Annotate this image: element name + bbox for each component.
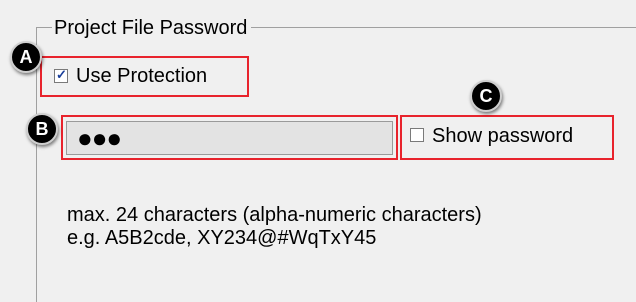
callout-marker-c: C [470, 80, 502, 112]
checkmark-icon: ✓ [56, 67, 67, 82]
help-text-line-1: max. 24 characters (alpha-numeric charac… [67, 204, 482, 226]
show-password-checkbox[interactable] [410, 128, 424, 142]
use-protection-checkbox[interactable]: ✓ [54, 67, 68, 83]
show-password-label[interactable]: Show password [432, 124, 573, 148]
password-panel: Project File Password ✓ Use Protection ●… [0, 0, 636, 302]
callout-marker-b: B [26, 113, 58, 145]
help-text-line-2: e.g. A5B2cde, XY234@#WqTxY45 [67, 227, 377, 249]
use-protection-label[interactable]: Use Protection [76, 64, 207, 88]
password-value: ●●● [77, 123, 122, 153]
callout-marker-a: A [10, 41, 42, 73]
password-input[interactable]: ●●● [66, 121, 393, 155]
group-title: Project File Password [52, 14, 252, 42]
